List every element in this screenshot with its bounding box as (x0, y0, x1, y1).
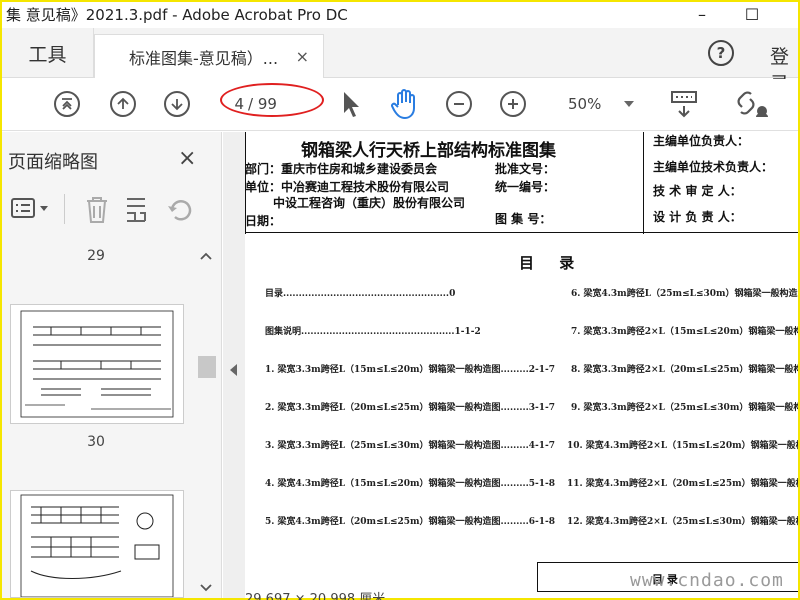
thumbnail-options-icon[interactable] (10, 196, 52, 222)
close-tab-icon[interactable]: × (296, 47, 309, 66)
thumbnail-number: 30 (87, 434, 105, 450)
toc-entry[interactable]: 6. 梁宽4.3m跨径L（25m≤L≤30m）钢箱梁一般构造图... (571, 286, 798, 299)
header-tech-reviewer: 技 术 审 定 人： (653, 184, 742, 198)
frame-line (643, 132, 644, 234)
window-title: 集 意见稿》2021.3.pdf - Adobe Acrobat Pro DC (6, 6, 348, 24)
toc-entry[interactable]: 12. 梁宽4.3m跨径2×L（25m≤L≤30m）钢箱梁一般构造图... (567, 514, 798, 527)
frame-line (245, 232, 798, 233)
minimize-button[interactable]: – (692, 4, 712, 24)
insert-page-icon[interactable] (124, 196, 150, 224)
toc-entry[interactable]: 9. 梁宽3.3m跨径2×L（25m≤L≤30m）钢箱梁一般构造图... (571, 400, 798, 413)
watermark: www.cndao.com (630, 570, 784, 591)
maximize-button[interactable]: ☐ (742, 4, 762, 24)
previous-page-icon[interactable] (110, 91, 136, 117)
thumbnails-panel-title: 页面缩略图 (8, 152, 98, 173)
header-atlas-no: 图 集 号： (495, 212, 552, 226)
hand-tool-icon[interactable] (390, 87, 420, 121)
keyboard-tool-icon[interactable] (670, 89, 698, 119)
next-page-icon[interactable] (164, 91, 190, 117)
zoom-level[interactable]: 50% (568, 95, 601, 113)
help-icon[interactable]: ? (708, 40, 734, 66)
tab-tools[interactable]: 工具 (2, 28, 94, 78)
tab-document[interactable]: 标准图集-意见稿）... × (94, 34, 324, 78)
header-unit: 单位：中冶赛迪工程技术股份有限公司 (245, 180, 450, 194)
title-bar: 集 意见稿》2021.3.pdf - Adobe Acrobat Pro DC … (2, 2, 798, 28)
header-chief-unit-head: 主编单位负责人： (653, 134, 750, 148)
toc-entry[interactable]: 3. 梁宽3.3m跨径L（25m≤L≤30m）钢箱梁一般构造图.........… (265, 438, 555, 451)
toc-entry[interactable]: 目录......................................… (265, 286, 455, 299)
toc-entry[interactable]: 8. 梁宽3.3m跨径2×L（20m≤L≤25m）钢箱梁一般构造图... (571, 362, 798, 375)
document-view[interactable]: 钢箱梁人行天桥上部结构标准图集 部门：重庆市住房和城乡建设委员会 单位：中冶赛迪… (245, 132, 798, 598)
zoom-out-icon[interactable] (446, 91, 472, 117)
toc-entry[interactable]: 7. 梁宽3.3m跨径2×L（15m≤L≤20m）钢箱梁一般构造图... (571, 324, 798, 337)
header-unified-no: 统一编号： (495, 180, 556, 194)
header-unit-2: 中设工程咨询（重庆）股份有限公司 (273, 196, 466, 210)
toc-title: 目 录 (519, 254, 585, 272)
toc-entry[interactable]: 11. 梁宽4.3m跨径2×L（20m≤L≤25m）钢箱梁一般构造图... (567, 476, 798, 489)
page-size-status: 29.697 × 20.998 厘米 (245, 592, 386, 600)
scroll-up-icon[interactable] (200, 252, 212, 260)
close-panel-icon[interactable]: × (178, 146, 196, 171)
scroll-thumb[interactable] (198, 356, 216, 378)
header-department: 部门：重庆市住房和城乡建设委员会 (245, 162, 438, 176)
scroll-down-icon[interactable] (200, 584, 212, 592)
link-share-icon[interactable] (736, 89, 770, 119)
toc-entry[interactable]: 图集说明....................................… (265, 324, 481, 337)
chevron-down-icon[interactable] (624, 101, 634, 107)
header-design-lead: 设 计 负 责 人： (653, 210, 742, 224)
header-approval-no: 批准文号： (495, 162, 556, 176)
toc-entry[interactable]: 1. 梁宽3.3m跨径L（15m≤L≤20m）钢箱梁一般构造图.........… (265, 362, 555, 375)
toc-entry[interactable]: 5. 梁宽4.3m跨径L（20m≤L≤25m）钢箱梁一般构造图.........… (265, 514, 555, 527)
toc-entry[interactable]: 4. 梁宽4.3m跨径L（15m≤L≤20m）钢箱梁一般构造图.........… (265, 476, 555, 489)
zoom-in-icon[interactable] (500, 91, 526, 117)
page-thumbnail[interactable] (10, 490, 184, 598)
undo-rotate-icon[interactable] (166, 196, 194, 224)
document-main-title: 钢箱梁人行天桥上部结构标准图集 (301, 141, 556, 161)
thumbnails-panel: 页面缩略图 × 29 30 (2, 132, 222, 598)
header-chief-tech-head: 主编单位技术负责人： (653, 160, 774, 174)
first-page-icon[interactable] (54, 91, 80, 117)
delete-page-icon[interactable] (84, 196, 110, 224)
toolbar-divider (64, 194, 65, 224)
select-cursor-icon[interactable] (340, 89, 362, 119)
toc-entry[interactable]: 10. 梁宽4.3m跨径2×L（15m≤L≤20m）钢箱梁一般构造图... (567, 438, 798, 451)
toolbar: 4 / 99 50% (2, 79, 798, 131)
page-thumbnail[interactable] (10, 304, 184, 424)
thumbnail-number: 29 (87, 248, 105, 264)
thumbnail-scrollbar[interactable] (196, 248, 216, 598)
tab-document-label: 标准图集-意见稿）... (129, 48, 279, 68)
panel-collapse-strip[interactable] (223, 132, 245, 598)
header-date: 日期： (245, 214, 282, 228)
tab-bar: 工具 标准图集-意见稿）... × ? 登录 (2, 28, 798, 95)
toc-entry[interactable]: 2. 梁宽3.3m跨径L（20m≤L≤25m）钢箱梁一般构造图.........… (265, 400, 555, 413)
red-annotation-ellipse (220, 83, 324, 117)
collapse-arrow-icon[interactable] (230, 364, 238, 376)
